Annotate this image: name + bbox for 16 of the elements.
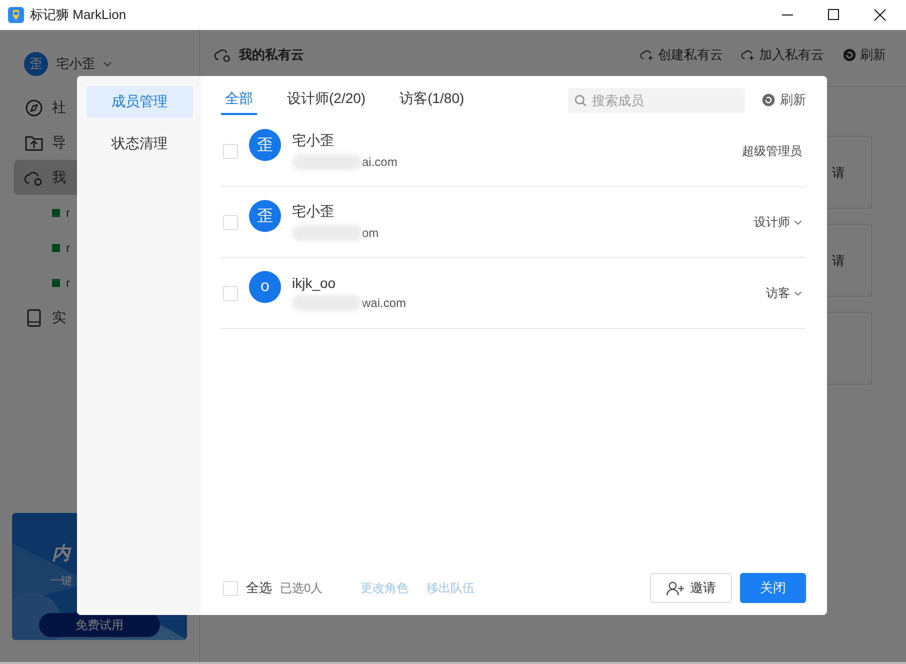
member-avatar: 歪 — [249, 200, 281, 232]
banner-heading: 内 — [52, 542, 70, 565]
member-email: om — [362, 226, 379, 240]
card-text: 请 — [832, 252, 845, 270]
member-avatar: 歪 — [249, 129, 281, 161]
member-avatar: o — [249, 271, 281, 303]
member-email: ai.com — [362, 155, 398, 169]
member-email: wai.com — [362, 296, 406, 310]
member-name: 宅小歪 — [292, 203, 335, 221]
banner-subtitle: 一键 — [50, 574, 72, 588]
window-title: 标记狮 MarkLion — [30, 6, 126, 24]
selected-count: 已选0人 — [280, 580, 323, 596]
page-title: 我的私有云 — [239, 46, 304, 64]
member-name: 宅小歪 — [292, 132, 335, 150]
member-name: ikjk_oo — [292, 275, 337, 291]
card-text: 请 — [832, 164, 845, 182]
